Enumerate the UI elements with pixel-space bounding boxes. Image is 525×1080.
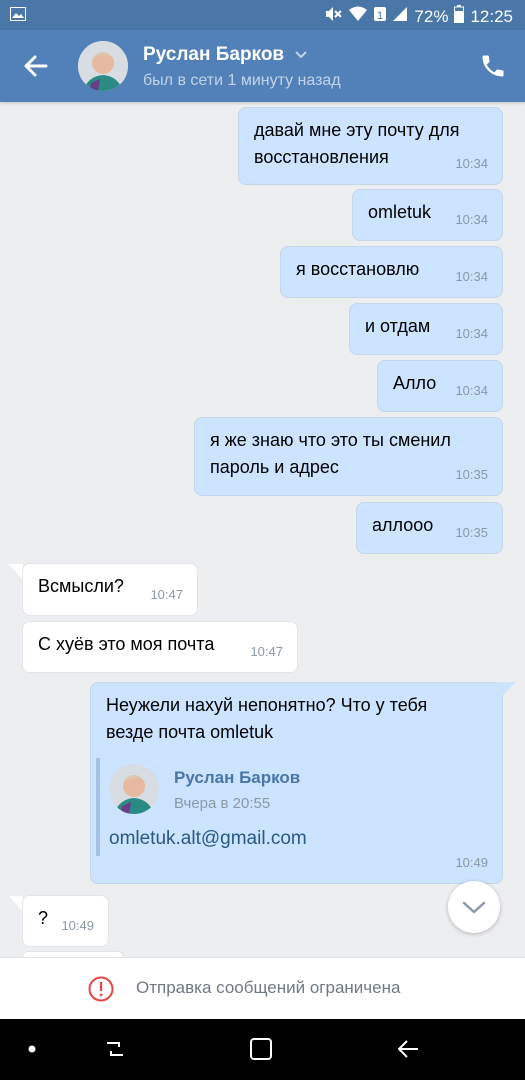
- recent-apps-icon[interactable]: [101, 1035, 129, 1063]
- message-text-line: давай мне эту почту для: [254, 120, 460, 140]
- message-time: 10:34: [455, 269, 488, 284]
- message-incoming[interactable]: С хуёв это моя почта 10:47: [22, 621, 298, 673]
- mute-icon: [324, 6, 343, 27]
- restricted-notice: Отправка сообщений ограничена: [136, 978, 401, 997]
- message-text: С хуёв это моя почта: [38, 634, 215, 654]
- message-outgoing[interactable]: omletuk 10:34: [352, 189, 503, 241]
- phone-icon[interactable]: [479, 52, 507, 80]
- avatar[interactable]: [109, 764, 159, 814]
- message-incoming[interactable]: Всмысли? 10:47: [22, 563, 198, 616]
- forwarded-date: Вчера в 20:55: [174, 795, 271, 812]
- message-text-line: восстановления: [254, 147, 389, 167]
- battery-percent: 72%: [414, 6, 449, 26]
- message-time: 10:34: [455, 326, 488, 341]
- message-time: 10:34: [455, 156, 488, 171]
- message-outgoing[interactable]: Алло 10:34: [377, 360, 503, 412]
- message-outgoing[interactable]: я восстановлю 10:34: [280, 246, 503, 298]
- message-outgoing[interactable]: и отдам 10:34: [349, 303, 503, 355]
- message-time: 10:34: [455, 212, 488, 227]
- back-icon[interactable]: [394, 1035, 422, 1063]
- message-time: 10:47: [250, 644, 283, 659]
- wifi-icon: [348, 6, 368, 27]
- chevron-down-icon[interactable]: [294, 48, 308, 62]
- forward-bar: [96, 758, 100, 856]
- avatar[interactable]: [78, 41, 128, 91]
- message-time: 10:49: [455, 855, 488, 870]
- svg-text:1: 1: [377, 10, 383, 22]
- message-text-line: пароль и адрес: [210, 457, 339, 477]
- message-text-line: я же знаю что это ты сменил: [210, 430, 451, 450]
- back-arrow-icon[interactable]: [20, 50, 52, 82]
- clock: 12:25: [470, 6, 513, 26]
- message-time: 10:34: [455, 383, 488, 398]
- forwarded-email-link[interactable]: omletuk.alt@gmail.com: [109, 828, 307, 850]
- message-time: 10:35: [455, 525, 488, 540]
- system-nav-bar: [0, 1019, 525, 1080]
- chat-header: Руслан Барков был в сети 1 минуту назад: [0, 30, 525, 102]
- dot-icon[interactable]: [24, 1035, 52, 1063]
- message-time: 10:49: [61, 918, 94, 933]
- message-outgoing[interactable]: давай мне эту почту для восстановления 1…: [238, 107, 503, 185]
- sim-icon: 1: [374, 6, 387, 27]
- message-time: 10:47: [150, 587, 183, 602]
- message-outgoing[interactable]: аллооо 10:35: [356, 502, 503, 554]
- home-icon[interactable]: [247, 1035, 275, 1063]
- message-text-line: везде почта omletuk: [106, 722, 274, 742]
- bubble-tail: [9, 896, 23, 912]
- message-incoming[interactable]: ? 10:49: [22, 895, 109, 947]
- message-outgoing[interactable]: я же знаю что это ты сменил пароль и адр…: [194, 417, 503, 496]
- bubble-tail: [500, 682, 516, 698]
- message-time: 10:35: [455, 467, 488, 482]
- scroll-down-button[interactable]: [448, 881, 500, 933]
- forwarded-sender-name[interactable]: Руслан Барков: [174, 768, 300, 788]
- warning-icon: [88, 976, 114, 1002]
- bubble-tail: [9, 564, 23, 580]
- contact-status: был в сети 1 минуту назад: [143, 72, 341, 89]
- signal-icon: [392, 6, 408, 27]
- contact-name[interactable]: Руслан Барков: [143, 44, 284, 66]
- image-notification-icon: [10, 6, 26, 26]
- message-text-line: Неужели нахуй непонятно? Что у тебя: [106, 695, 428, 715]
- messaging-restricted-bar: Отправка сообщений ограничена: [0, 957, 525, 1019]
- status-bar: 1 72% 12:25: [0, 0, 525, 30]
- battery-icon: [454, 5, 465, 28]
